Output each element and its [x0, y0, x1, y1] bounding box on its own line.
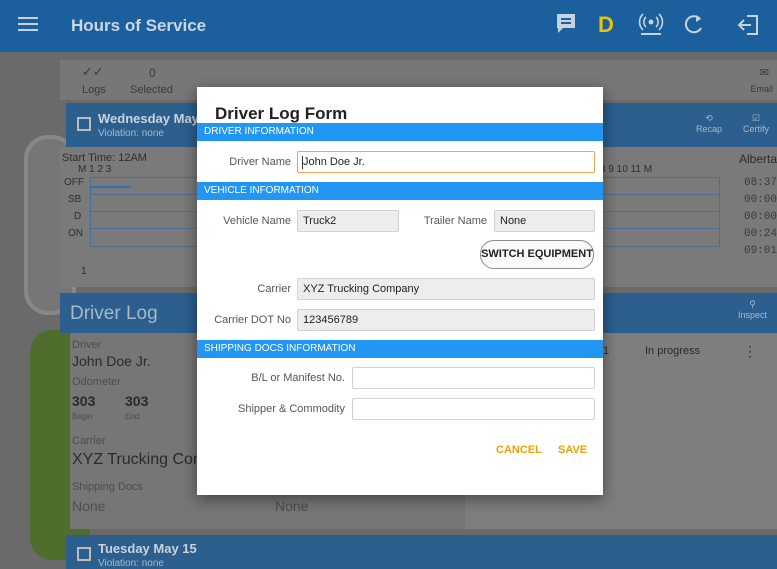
- total-on: 00:24: [743, 228, 777, 240]
- email-label: Email: [750, 84, 773, 94]
- section-driver-information: DRIVER INFORMATION: [197, 123, 603, 141]
- status-d: D: [74, 211, 82, 222]
- selected-count: 0: [149, 66, 156, 80]
- email-icon[interactable]: ✉: [760, 66, 769, 79]
- shipping-label: Shipping Docs: [72, 481, 143, 493]
- shipper-commodity-field[interactable]: [352, 398, 595, 420]
- driver-name: John Doe Jr.: [72, 353, 151, 369]
- driver-name-label: Driver Name: [229, 156, 291, 168]
- trailer-name-field[interactable]: None: [494, 210, 595, 232]
- switch-equipment-button[interactable]: SWITCH EQUIPMENT: [480, 240, 594, 269]
- day-checkbox[interactable]: [77, 547, 91, 561]
- duty-line: [91, 186, 131, 188]
- driver-log-form-dialog: Driver Log Form DRIVER INFORMATION Drive…: [197, 87, 603, 495]
- duty-status-d-icon[interactable]: D: [598, 12, 614, 38]
- driver-log-title: Driver Log: [70, 303, 158, 324]
- inspect-label: Inspect: [737, 310, 767, 320]
- recap-label: Recap: [695, 124, 722, 134]
- vehicle-name-field[interactable]: Truck2: [297, 210, 399, 232]
- hour-labels-right: 8 9 10 11 M: [600, 164, 653, 175]
- certify-label: Certify: [742, 124, 769, 134]
- recap-button[interactable]: ⟲ Recap: [696, 113, 722, 134]
- hour-labels-left: M 1 2 3: [78, 164, 112, 175]
- total-off: 08:37: [743, 177, 777, 189]
- app-title: Hours of Service: [71, 16, 207, 35]
- carrier-label: Carrier: [72, 435, 106, 447]
- odometer-end: 303: [125, 393, 149, 409]
- odometer-label: Odometer: [72, 376, 121, 388]
- carrier-field[interactable]: XYZ Trucking Company: [297, 278, 595, 300]
- dialog-title: Driver Log Form: [215, 104, 348, 123]
- day-violation: Violation: none: [98, 128, 164, 139]
- carrier-dot-field[interactable]: 123456789: [297, 309, 595, 331]
- carrier-label: Carrier: [257, 283, 291, 295]
- start-time: Start Time: 12AM: [62, 152, 147, 164]
- day-date: Tuesday May 15: [98, 541, 197, 556]
- certify-icon: ☑: [751, 113, 761, 123]
- begin-label: Begin: [72, 412, 93, 421]
- status-off: OFF: [64, 177, 84, 188]
- bl-manifest-label: B/L or Manifest No.: [251, 372, 345, 384]
- day-checkbox[interactable]: [77, 117, 91, 131]
- shipper-commodity-label: Shipper & Commodity: [238, 403, 345, 415]
- end-label: End: [125, 412, 140, 421]
- total-sb: 00:00: [743, 194, 777, 206]
- total-all: 09:01: [743, 245, 777, 257]
- eld-connection-icon[interactable]: [638, 12, 664, 38]
- status-text: In progress: [645, 345, 701, 357]
- save-button[interactable]: SAVE: [558, 444, 587, 456]
- vehicle-name-label: Vehicle Name: [223, 215, 291, 227]
- recap-icon: ⟲: [705, 113, 713, 123]
- status-on: ON: [68, 228, 83, 239]
- trailer-name-label: Trailer Name: [423, 215, 487, 227]
- menu-icon[interactable]: [18, 14, 38, 36]
- driver-name-field[interactable]: John Doe Jr.: [297, 151, 595, 173]
- logs-label: Logs: [82, 84, 106, 96]
- logs-check-icon[interactable]: ✓✓: [82, 64, 104, 80]
- total-d: 00:00: [743, 211, 777, 223]
- shipping-value: None: [72, 498, 106, 514]
- bl-manifest-field[interactable]: [352, 367, 595, 389]
- refresh-icon[interactable]: [683, 12, 705, 38]
- day-card-header-next[interactable]: Tuesday May 15 Violation: none: [66, 535, 777, 569]
- logout-icon[interactable]: [737, 12, 763, 38]
- message-icon[interactable]: [555, 12, 577, 38]
- status-number: 1: [603, 345, 610, 357]
- section-vehicle-information: VEHICLE INFORMATION: [197, 182, 603, 200]
- odometer-begin: 303: [72, 393, 96, 409]
- driver-label: Driver: [72, 339, 102, 351]
- selected-label: Selected: [130, 84, 173, 96]
- carrier-dot-label: Carrier DOT No: [214, 314, 291, 326]
- app-bar: Hours of Service D: [0, 0, 777, 52]
- day-violation: Violation: none: [98, 558, 164, 569]
- shipping-value-right: None: [275, 498, 309, 514]
- certify-button[interactable]: ☑ Certify: [743, 113, 769, 134]
- status-sb: SB: [68, 194, 82, 205]
- day-date: Wednesday May: [98, 111, 199, 126]
- more-options-icon[interactable]: ⋮: [743, 343, 757, 360]
- timezone-label: Alberta: [738, 152, 777, 166]
- search-icon: ⚲: [749, 299, 756, 309]
- section-shipping-docs-information: SHIPPING DOCS INFORMATION: [197, 340, 603, 358]
- carrier-value: XYZ Trucking Con: [72, 451, 202, 468]
- grid-bottom-label: 1: [81, 266, 87, 277]
- inspect-button[interactable]: ⚲ Inspect: [738, 299, 767, 320]
- cancel-button[interactable]: CANCEL: [496, 444, 542, 456]
